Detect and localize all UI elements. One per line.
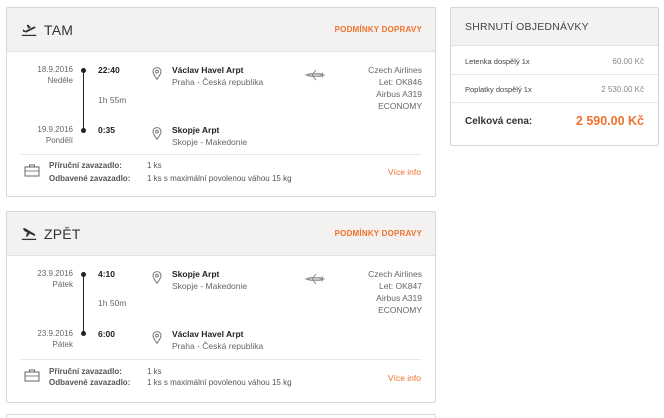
outbound-departure-date: 18.9.2016 Neděle (37, 65, 73, 85)
timeline-dot (81, 331, 86, 336)
total-price-label: Celková cena: (465, 116, 533, 127)
total-price-value: 2 590.00 Kč (575, 114, 644, 128)
checked-baggage-label: Odbavené zavazadlo: (49, 174, 131, 183)
outbound-arrival-date: 19.9.2016 Pondělí (37, 125, 73, 145)
divider (21, 359, 421, 360)
return-conditions-link[interactable]: PODMÍNKY DOPRAVY (335, 229, 422, 238)
carry-on-label: Příruční zavazadlo: (49, 367, 122, 376)
outbound-arrival-time: 0:35 (98, 125, 116, 135)
outbound-flight-card: TAM PODMÍNKY DOPRAVY 18.9.2016 Neděle 22:… (6, 7, 436, 197)
timeline-dot (81, 128, 86, 133)
summary-header: SHRNUTÍ OBJEDNÁVKY (451, 8, 658, 46)
divider (21, 154, 421, 155)
outbound-arrival-airport: Skopje Arpt (172, 125, 220, 135)
carry-on-label: Příruční zavazadlo: (49, 161, 122, 170)
summary-row-label: Poplatky dospělý 1x (465, 85, 532, 94)
return-arrival-city: Praha - Česká republika (172, 341, 264, 351)
outbound-title: TAM (44, 22, 74, 38)
outbound-flight-info: Czech Airlines Let: OK846 Airbus A319 EC… (368, 65, 422, 111)
airplane-icon (305, 273, 325, 285)
return-duration: 1h 50m (98, 298, 127, 308)
outbound-conditions-link[interactable]: PODMÍNKY DOPRAVY (335, 25, 422, 34)
summary-row-value: 60.00 Kč (612, 57, 644, 66)
luggage-icon (24, 164, 40, 177)
checked-baggage-value: 1 ks s maximální povolenou váhou 15 kg (147, 174, 292, 183)
location-pin-icon (152, 67, 162, 80)
timeline-line (83, 71, 84, 133)
luggage-icon (24, 369, 40, 382)
return-departure-date: 23.9.2016 Pátek (37, 269, 73, 289)
return-flight-card: ZPĚT PODMÍNKY DOPRAVY 23.9.2016 Pátek 4:1… (6, 211, 436, 403)
return-arrival-time: 6:00 (98, 329, 116, 339)
carry-on-value: 1 ks (147, 161, 162, 170)
outbound-departure-city: Praha - Česká republika (172, 77, 264, 87)
return-arrival-date: 23.9.2016 Pátek (37, 329, 73, 349)
location-pin-icon (152, 271, 162, 284)
return-departure-time: 4:10 (98, 269, 116, 279)
location-pin-icon (152, 127, 162, 140)
return-arrival-airport: Václav Havel Arpt (172, 329, 244, 339)
return-title: ZPĚT (44, 226, 81, 242)
outbound-arrival-city: Skopje - Makedonie (172, 137, 248, 147)
plane-landing-icon (21, 228, 37, 241)
timeline-line (83, 275, 84, 335)
outbound-header: TAM PODMÍNKY DOPRAVY (7, 8, 435, 52)
outbound-more-info-link[interactable]: Více info (388, 167, 421, 177)
outbound-departure-airport: Václav Havel Arpt (172, 65, 244, 75)
checked-baggage-label: Odbavené zavazadlo: (49, 378, 131, 387)
outbound-departure-time: 22:40 (98, 65, 120, 75)
return-more-info-link[interactable]: Více info (388, 373, 421, 383)
summary-row: Letenka dospělý 1x 60.00 Kč (451, 47, 658, 75)
checked-baggage-value: 1 ks s maximální povolenou váhou 15 kg (147, 378, 292, 387)
return-departure-city: Skopje - Makedonie (172, 281, 248, 291)
outbound-duration: 1h 55m (98, 95, 127, 105)
summary-row-value: 2 530.00 Kč (601, 85, 644, 94)
plane-takeoff-icon (21, 24, 37, 37)
next-card-partial (6, 414, 436, 418)
location-pin-icon (152, 331, 162, 344)
summary-total: Celková cena: 2 590.00 Kč (451, 104, 658, 144)
order-summary-card: SHRNUTÍ OBJEDNÁVKY Letenka dospělý 1x 60… (450, 7, 659, 146)
return-flight-info: Czech Airlines Let: OK847 Airbus A319 EC… (368, 269, 422, 315)
carry-on-value: 1 ks (147, 367, 162, 376)
summary-title: SHRNUTÍ OBJEDNÁVKY (465, 21, 589, 33)
summary-row: Poplatky dospělý 1x 2 530.00 Kč (451, 75, 658, 103)
return-departure-airport: Skopje Arpt (172, 269, 220, 279)
return-header: ZPĚT PODMÍNKY DOPRAVY (7, 212, 435, 256)
summary-row-label: Letenka dospělý 1x (465, 57, 530, 66)
airplane-icon (305, 69, 325, 81)
